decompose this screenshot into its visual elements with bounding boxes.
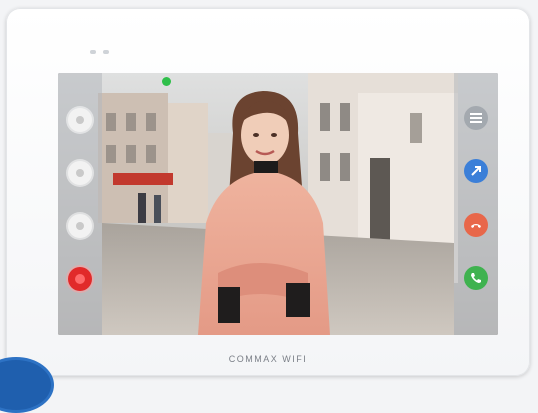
video-intercom-monitor: COMMAX WIFI	[6, 8, 530, 376]
record-button[interactable]	[68, 266, 92, 291]
right-control-rail	[454, 73, 498, 335]
menu-dot-button[interactable]	[68, 107, 92, 132]
door-open-button[interactable]	[464, 159, 488, 184]
volume-dot-icon	[76, 168, 84, 177]
left-control-rail	[58, 73, 102, 335]
front-sensors	[90, 50, 109, 54]
hang-up-icon	[471, 223, 481, 228]
sensor-icon	[103, 50, 109, 54]
hang-up-button[interactable]	[464, 212, 488, 237]
capture-icon	[76, 221, 84, 230]
touch-screen[interactable]	[58, 73, 498, 335]
record-icon	[75, 273, 85, 284]
capture-button[interactable]	[68, 213, 92, 238]
call-button[interactable]	[464, 266, 488, 291]
brand-label: COMMAX WIFI	[228, 354, 308, 364]
door-open-icon	[471, 166, 481, 176]
volume-button[interactable]	[68, 160, 92, 185]
online-status-icon	[162, 77, 171, 86]
call-phone-icon	[471, 273, 481, 284]
camera-video-feed	[58, 73, 498, 335]
menu-button[interactable]	[464, 105, 488, 130]
sensor-icon	[90, 50, 96, 54]
list-menu-icon	[470, 112, 482, 123]
menu-dot-icon	[76, 115, 84, 124]
